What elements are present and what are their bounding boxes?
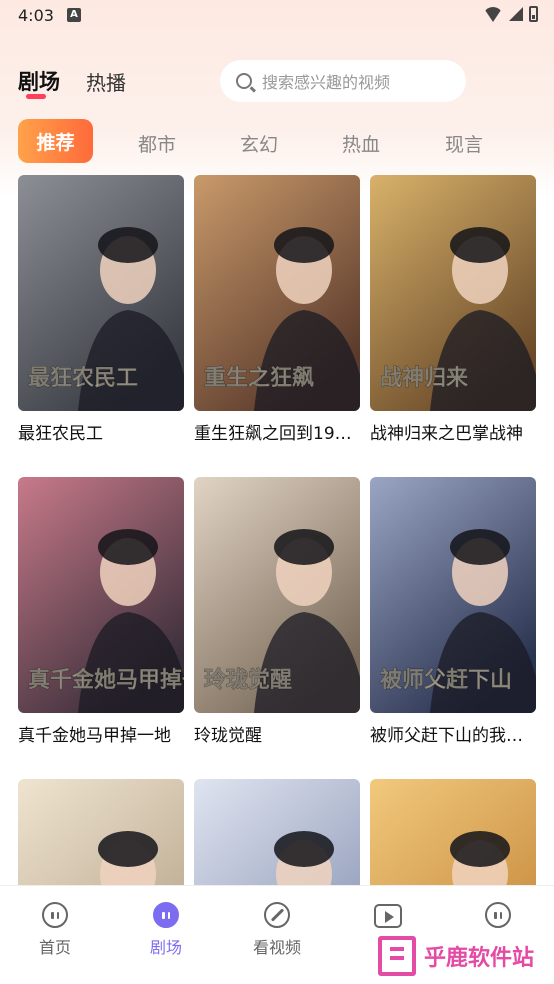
category-bar: 推荐 都市 玄幻 热血 现言 bbox=[18, 119, 538, 163]
nav-home[interactable]: 首页 bbox=[15, 902, 95, 958]
status-bar: 4:03 A bbox=[0, 0, 554, 32]
search-input[interactable]: 搜索感兴趣的视频 bbox=[220, 60, 466, 102]
poster-title-art: 被师父赶下山 bbox=[380, 667, 512, 693]
drama-card[interactable]: 被师父赶下山 被师父赶下山的我天下无敌 bbox=[370, 477, 536, 746]
drama-title: 最狂农民工 bbox=[18, 424, 103, 444]
top-tabs: 剧场 热播 bbox=[18, 66, 126, 99]
signal-icon bbox=[509, 7, 523, 21]
notification-icon: A bbox=[67, 8, 81, 22]
face-icon bbox=[153, 902, 179, 928]
drama-card[interactable]: 玲珑觉醒 玲珑觉醒 bbox=[194, 477, 360, 746]
poster-art: 玲珑觉醒 bbox=[194, 477, 360, 713]
category-urban[interactable]: 都市 bbox=[138, 130, 176, 157]
nav-profile[interactable] bbox=[458, 902, 538, 928]
drama-title: 战神归来之巴掌战神 bbox=[370, 424, 523, 444]
poster-art: 重生之狂飙 bbox=[194, 175, 360, 411]
tab-theater[interactable]: 剧场 bbox=[18, 66, 60, 99]
status-icons bbox=[483, 6, 538, 22]
drama-card[interactable]: 重生之狂飙 重生狂飙之回到1988当财阀 bbox=[194, 175, 360, 444]
tv-icon bbox=[374, 904, 402, 928]
search-placeholder: 搜索感兴趣的视频 bbox=[262, 73, 391, 92]
category-recommended[interactable]: 推荐 bbox=[18, 119, 93, 163]
drama-poster: 重生之狂飙 bbox=[194, 175, 360, 411]
drama-card[interactable]: 战神归来 战神归来之巴掌战神 bbox=[370, 175, 536, 444]
face-icon bbox=[42, 902, 68, 928]
drama-title: 被师父赶下山的我天下无敌 bbox=[370, 726, 536, 746]
drama-card[interactable]: 最狂农民工 最狂农民工 bbox=[18, 175, 184, 444]
poster-title-art: 最狂农民工 bbox=[28, 365, 138, 391]
category-action[interactable]: 热血 bbox=[342, 130, 380, 157]
poster-title-art: 战神归来 bbox=[380, 365, 469, 391]
nav-tv[interactable] bbox=[348, 902, 428, 928]
drama-title: 玲珑觉醒 bbox=[194, 726, 262, 746]
poster-title-art: 重生之狂飙 bbox=[204, 365, 314, 391]
wifi-icon bbox=[483, 6, 503, 22]
poster-art: 被师父赶下山 bbox=[370, 477, 536, 713]
category-fantasy[interactable]: 玄幻 bbox=[240, 130, 278, 157]
poster-art: 真千金她马甲掉一地 bbox=[18, 477, 184, 713]
nav-theater[interactable]: 剧场 bbox=[126, 902, 206, 958]
watermark-logo bbox=[378, 936, 416, 976]
face-icon bbox=[485, 902, 511, 928]
watermark-text: 乎鹿软件站 bbox=[424, 945, 535, 971]
drama-poster: 真千金她马甲掉一地 bbox=[18, 477, 184, 713]
nav-label: 首页 bbox=[38, 938, 71, 957]
poster-title-art: 玲珑觉醒 bbox=[204, 667, 292, 693]
drama-poster: 战神归来 bbox=[370, 175, 536, 411]
nav-label: 剧场 bbox=[149, 938, 182, 957]
compass-icon bbox=[264, 902, 290, 928]
battery-icon bbox=[529, 6, 538, 22]
nav-watch-video[interactable]: 看视频 bbox=[237, 902, 317, 958]
status-time: 4:03 bbox=[18, 6, 54, 25]
poster-title-art: 真千金她马甲掉一地 bbox=[28, 667, 184, 693]
category-romance[interactable]: 现言 bbox=[445, 130, 483, 157]
poster-art: 战神归来 bbox=[370, 175, 536, 411]
nav-label: 看视频 bbox=[252, 938, 301, 957]
search-icon bbox=[236, 73, 252, 89]
drama-card[interactable]: 真千金她马甲掉一地 真千金她马甲掉一地 bbox=[18, 477, 184, 746]
drama-poster: 玲珑觉醒 bbox=[194, 477, 360, 713]
tab-trending[interactable]: 热播 bbox=[86, 67, 126, 96]
poster-art: 最狂农民工 bbox=[18, 175, 184, 411]
drama-title: 重生狂飙之回到1988当财阀 bbox=[194, 424, 360, 444]
watermark: 乎鹿软件站 bbox=[378, 936, 534, 976]
drama-poster: 被师父赶下山 bbox=[370, 477, 536, 713]
drama-poster: 最狂农民工 bbox=[18, 175, 184, 411]
drama-title: 真千金她马甲掉一地 bbox=[18, 726, 171, 746]
